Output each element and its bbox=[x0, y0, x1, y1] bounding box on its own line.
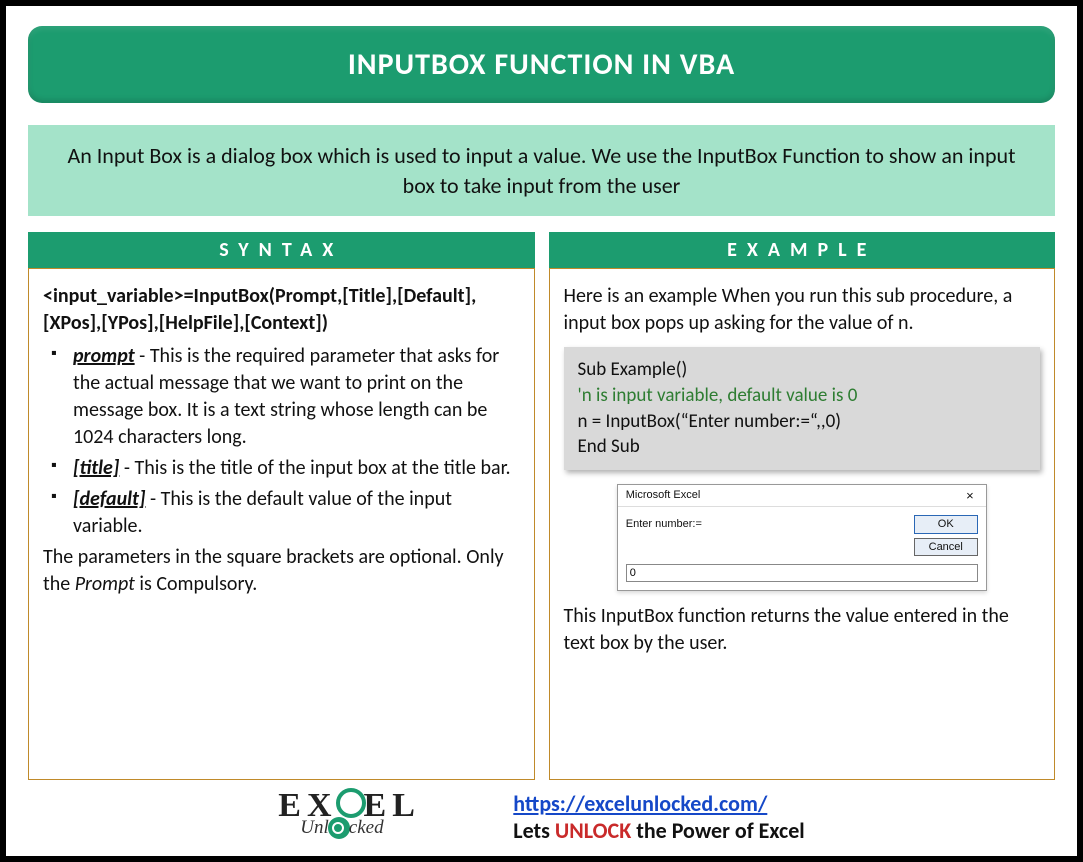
logo: EXEL Unlcked bbox=[278, 786, 483, 848]
syntax-signature: <input_variable>=InputBox(Prompt,[Title]… bbox=[43, 283, 520, 337]
logo-text: cked bbox=[349, 817, 384, 839]
example-outro: This InputBox function returns the value… bbox=[564, 603, 1041, 657]
example-body: Here is an example When you run this sub… bbox=[549, 268, 1056, 780]
tagline-pre: Lets bbox=[513, 817, 555, 844]
param-sep: - bbox=[145, 487, 160, 511]
param-item: [default] - This is the default value of… bbox=[49, 486, 520, 540]
code-line: n = InputBox(“Enter number:=“,,0) bbox=[578, 409, 1027, 435]
param-item: [title] - This is the title of the input… bbox=[49, 455, 520, 482]
optional-note-post: is Compulsory. bbox=[135, 572, 257, 596]
syntax-body: <input_variable>=InputBox(Prompt,[Title]… bbox=[28, 268, 535, 780]
example-column: EXAMPLE Here is an example When you run … bbox=[549, 232, 1056, 780]
optional-note: The parameters in the square brackets ar… bbox=[43, 544, 520, 598]
param-name: prompt bbox=[73, 344, 135, 368]
param-list: prompt - This is the required parameter … bbox=[43, 343, 520, 540]
code-line: Sub Example() bbox=[578, 357, 1027, 383]
dialog-body: Enter number:= OK Cancel bbox=[618, 507, 986, 561]
page-title: INPUTBOX FUNCTION IN VBA bbox=[28, 26, 1055, 103]
logo-key-icon bbox=[328, 817, 350, 839]
intro-text: An Input Box is a dialog box which is us… bbox=[28, 125, 1055, 216]
param-name: [default] bbox=[73, 487, 145, 511]
param-item: prompt - This is the required parameter … bbox=[49, 343, 520, 451]
param-sep: - bbox=[119, 456, 134, 480]
dialog-input-wrap bbox=[618, 560, 986, 590]
param-desc: This is the title of the input box at th… bbox=[135, 456, 511, 480]
close-icon[interactable]: × bbox=[960, 489, 980, 502]
dialog-input[interactable] bbox=[626, 564, 978, 582]
columns: SYNTAX <input_variable>=InputBox(Prompt,… bbox=[28, 232, 1055, 780]
logo-bottom: Unlcked bbox=[278, 817, 483, 839]
optional-note-em: Prompt bbox=[75, 572, 135, 596]
footer-text: https://excelunlocked.com/ Lets UNLOCK t… bbox=[513, 790, 804, 844]
cancel-button[interactable]: Cancel bbox=[914, 538, 978, 557]
param-name: [title] bbox=[73, 456, 119, 480]
ok-button[interactable]: OK bbox=[914, 515, 978, 534]
dialog-prompt: Enter number:= bbox=[626, 515, 914, 557]
logo-c-icon bbox=[336, 788, 366, 818]
dialog-title-bar: Microsoft Excel × bbox=[618, 485, 986, 507]
example-header: EXAMPLE bbox=[549, 232, 1056, 268]
inputbox-dialog: Microsoft Excel × Enter number:= OK Canc… bbox=[617, 484, 987, 592]
tagline-post: the Power of Excel bbox=[631, 817, 804, 844]
dialog-buttons: OK Cancel bbox=[914, 515, 978, 557]
code-box: Sub Example() 'n is input variable, defa… bbox=[564, 347, 1041, 470]
footer-link[interactable]: https://excelunlocked.com/ bbox=[513, 790, 767, 817]
logo-text: Unl bbox=[300, 817, 329, 839]
example-intro: Here is an example When you run this sub… bbox=[564, 283, 1041, 337]
footer: EXEL Unlcked https://excelunlocked.com/ … bbox=[28, 786, 1055, 848]
dialog-title: Microsoft Excel bbox=[626, 488, 701, 503]
syntax-column: SYNTAX <input_variable>=InputBox(Prompt,… bbox=[28, 232, 535, 780]
tagline-highlight: UNLOCK bbox=[555, 817, 631, 844]
code-comment: 'n is input variable, default value is 0 bbox=[578, 383, 1027, 409]
code-line: End Sub bbox=[578, 434, 1027, 460]
syntax-header: SYNTAX bbox=[28, 232, 535, 268]
param-sep: - bbox=[135, 344, 150, 368]
